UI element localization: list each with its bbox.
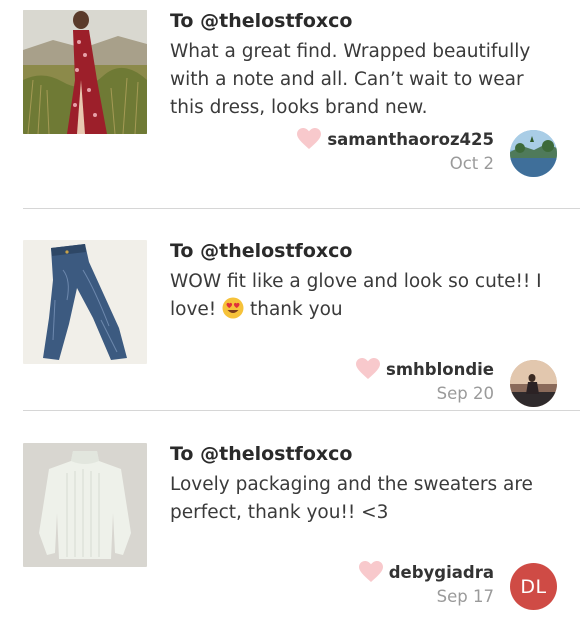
white-sweater-photo-icon [23, 443, 147, 567]
divider [23, 208, 580, 209]
review-card: To @thelostfoxco WOW fit like a glove an… [0, 230, 580, 430]
review-message: What a great find. Wrapped beautifully w… [170, 41, 531, 118]
listing-thumbnail[interactable] [23, 443, 147, 567]
red-floral-dress-photo-icon [23, 10, 147, 134]
blue-jeans-photo-icon [23, 240, 147, 364]
review-date: Oct 2 [449, 154, 494, 173]
reviewer-username[interactable]: samanthaoroz425 [327, 130, 494, 149]
landscape-photo-avatar-icon [510, 130, 557, 177]
heart-icon[interactable] [297, 128, 322, 150]
review-date: Sep 20 [436, 384, 494, 403]
review-message: WOW fit like a glove and look so cute!! … [170, 268, 550, 324]
listing-thumbnail[interactable] [23, 10, 147, 134]
review-recipient: To @thelostfoxco [170, 10, 353, 32]
review-date: Sep 17 [436, 587, 494, 606]
sunset-photo-avatar-icon [510, 360, 557, 407]
reviewer-avatar-initials[interactable]: DL [510, 563, 557, 610]
reviewer-avatar[interactable] [510, 130, 557, 177]
reviewer-username[interactable]: debygiadra [389, 563, 494, 582]
review-card: To @thelostfoxco Lovely packaging and th… [0, 433, 580, 633]
review-message: Lovely packaging and the sweaters are pe… [170, 474, 533, 523]
review-recipient: To @thelostfoxco [170, 240, 353, 262]
reviewer-username[interactable]: smhblondie [386, 360, 494, 379]
heart-icon[interactable] [356, 358, 381, 380]
review-meta: samanthaoroz425 Oct 2 [297, 128, 494, 173]
review-message-text: thank you [244, 299, 343, 320]
reviewer-avatar[interactable] [510, 360, 557, 407]
heart-eyes-emoji-icon [222, 297, 244, 319]
listing-thumbnail[interactable] [23, 240, 147, 364]
review-meta: smhblondie Sep 20 [356, 358, 494, 403]
review-recipient: To @thelostfoxco [170, 443, 353, 465]
divider [23, 410, 580, 411]
review-meta: debygiadra Sep 17 [358, 561, 494, 606]
review-card: To @thelostfoxco What a great find. Wrap… [0, 0, 580, 200]
